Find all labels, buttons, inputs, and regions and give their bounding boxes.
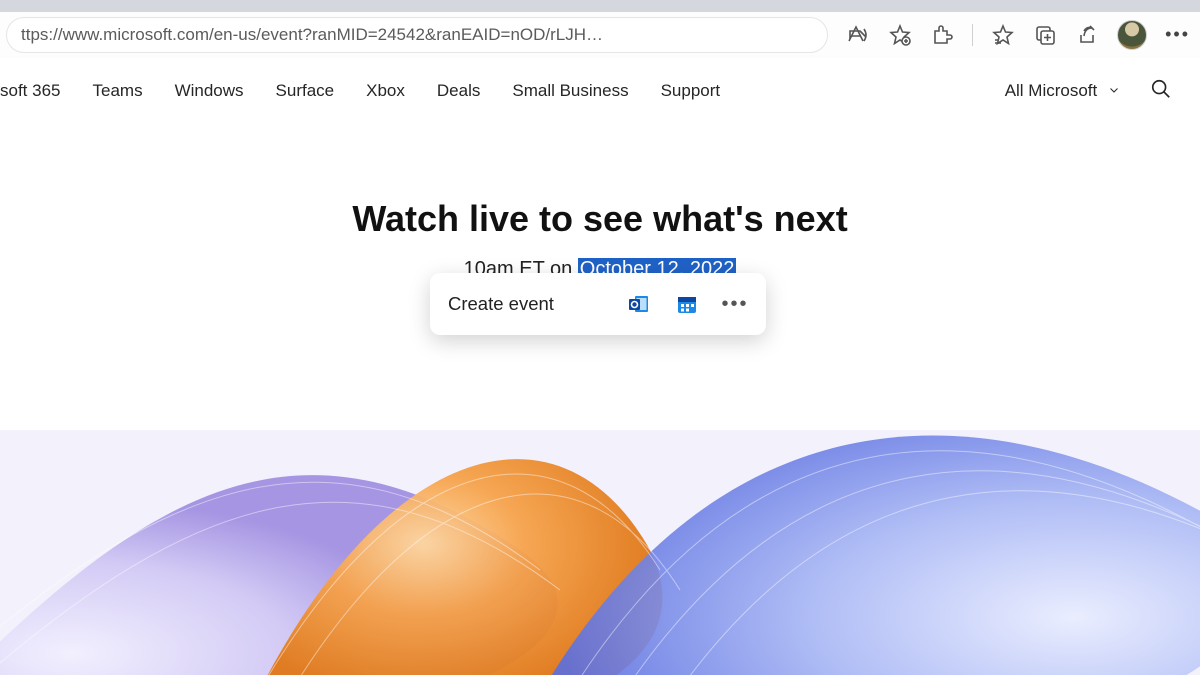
all-microsoft-dropdown[interactable]: All Microsoft <box>1005 81 1120 101</box>
favorite-star-icon[interactable] <box>888 23 912 47</box>
read-aloud-icon[interactable] <box>846 23 870 47</box>
nav-item-windows[interactable]: Windows <box>175 81 244 101</box>
nav-right: All Microsoft <box>1005 78 1172 105</box>
nav-item-support[interactable]: Support <box>661 81 721 101</box>
favorites-list-icon[interactable] <box>991 23 1015 47</box>
browser-toolbar: ttps://www.microsoft.com/en-us/event?ran… <box>0 12 1200 58</box>
create-event-popover: Create event ••• <box>430 273 766 335</box>
url-text: ttps://www.microsoft.com/en-us/event?ran… <box>21 25 603 45</box>
calendar-app-icon[interactable] <box>674 291 700 317</box>
hero-banner-image <box>0 430 1200 675</box>
outlook-icon[interactable] <box>626 291 652 317</box>
search-icon[interactable] <box>1150 78 1172 105</box>
hero-title: Watch live to see what's next <box>0 198 1200 240</box>
toolbar-separator <box>972 24 973 46</box>
create-event-label: Create event <box>448 293 554 315</box>
popover-more-icon[interactable]: ••• <box>722 291 748 317</box>
nav-links: soft 365 Teams Windows Surface Xbox Deal… <box>0 81 720 101</box>
all-microsoft-label: All Microsoft <box>1005 81 1098 100</box>
toolbar-icons: ••• <box>828 20 1190 50</box>
nav-item-deals[interactable]: Deals <box>437 81 480 101</box>
site-nav: soft 365 Teams Windows Surface Xbox Deal… <box>0 58 1200 124</box>
share-icon[interactable] <box>1075 23 1099 47</box>
nav-item-smallbiz[interactable]: Small Business <box>512 81 628 101</box>
tab-strip <box>0 0 1200 12</box>
nav-item-ms365[interactable]: soft 365 <box>0 81 61 101</box>
collections-icon[interactable] <box>1033 23 1057 47</box>
nav-item-xbox[interactable]: Xbox <box>366 81 405 101</box>
nav-item-teams[interactable]: Teams <box>93 81 143 101</box>
chevron-down-icon <box>1108 81 1120 101</box>
profile-avatar[interactable] <box>1117 20 1147 50</box>
more-menu-icon[interactable]: ••• <box>1165 24 1190 45</box>
extensions-icon[interactable] <box>930 23 954 47</box>
nav-item-surface[interactable]: Surface <box>276 81 335 101</box>
address-bar[interactable]: ttps://www.microsoft.com/en-us/event?ran… <box>6 17 828 53</box>
